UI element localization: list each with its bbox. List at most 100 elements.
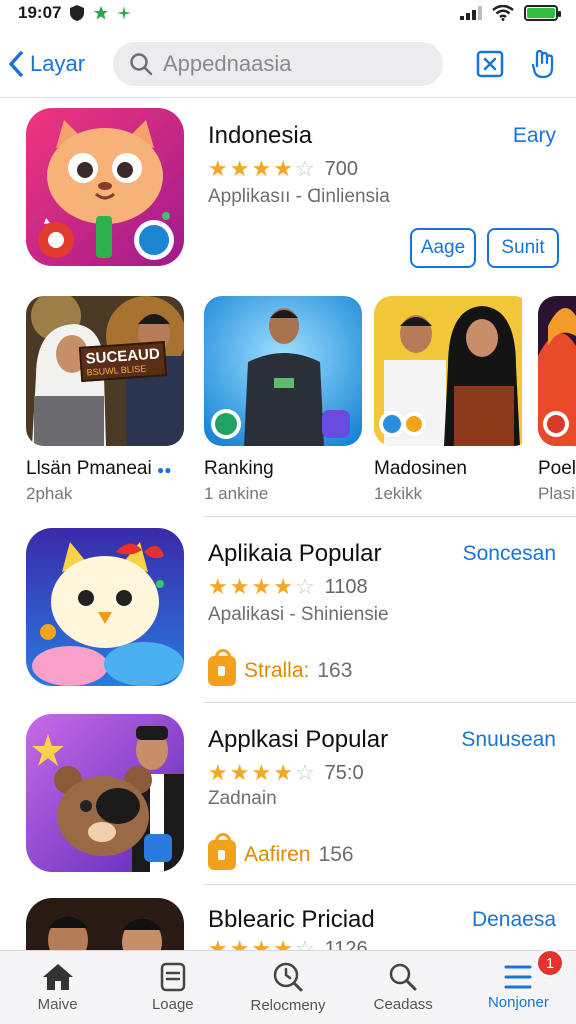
tab-label: Nonjoner — [487, 994, 549, 1011]
card-title: Madosinen — [374, 458, 467, 479]
star-icon: ★ — [251, 574, 272, 599]
app-icon-cat[interactable] — [26, 108, 184, 266]
back-button[interactable]: Layar — [8, 50, 113, 78]
card-subtitle: 1 ankine — [204, 484, 269, 503]
tab-label: Relocmeny — [250, 997, 326, 1014]
app-subtitle: Applikasıı - Ɑinliensia — [208, 186, 390, 207]
app-list-item[interactable]: Bblearic Priciad Denaesa ★ ★ ★ ★ ☆ 1126 — [0, 898, 576, 950]
meta-label: Aafiren — [244, 843, 311, 866]
app-subtitle: Apalikasi - Shiniensie — [208, 604, 389, 625]
tab-bar: Maive Loage Relocmeny Ceadass Nonjoner 1 — [0, 949, 576, 1024]
star-icon: ★ — [251, 156, 272, 181]
menu-icon — [504, 965, 532, 989]
star-icon: ★ — [208, 156, 228, 181]
app-name[interactable]: Indonesia — [208, 122, 312, 150]
star-icon: ★ — [251, 760, 272, 785]
shield-icon — [70, 5, 85, 21]
carousel-card[interactable]: Poel Plasi — [538, 296, 576, 504]
app-action-link[interactable]: Snuusean — [461, 728, 556, 752]
app-action-link[interactable]: Denaesa — [472, 908, 556, 932]
app-list-item[interactable]: Applkasi Popular Snuusean ★ ★ ★ ★ ☆ 75:0… — [0, 714, 576, 874]
carousel-card[interactable]: Ranking 1 ankine — [204, 296, 362, 504]
carousel-card[interactable]: Madosinen 1ekikk — [374, 296, 532, 504]
rating: ★ ★ ★ ★ ☆ 1108 — [208, 574, 368, 600]
tab-loage[interactable]: Loage — [115, 951, 230, 1024]
navigation-bar: Layar Appednaasia — [0, 30, 576, 98]
app-list-item[interactable]: Aplikaia Popular Soncesan ★ ★ ★ ★ ☆ 1108… — [0, 528, 576, 688]
star-empty-icon: ☆ — [294, 936, 315, 950]
featured-carousel[interactable]: SUCEAUD BSUWL BLISE Llsän Pmaneai ●● 2ph… — [0, 296, 576, 506]
search-icon — [389, 963, 417, 991]
divider — [204, 884, 576, 885]
tab-label: Ceadass — [373, 996, 433, 1013]
meta-value: 163 — [317, 659, 353, 682]
wifi-icon — [492, 5, 514, 21]
tab-maive[interactable]: Maive — [0, 951, 115, 1024]
star-empty-icon: ☆ — [294, 574, 315, 599]
rating-count: 1108 — [324, 575, 368, 598]
star-icon: ★ — [273, 936, 293, 950]
app-action-link[interactable]: Soncesan — [463, 542, 556, 566]
app-meta: Stralla: 163 — [208, 649, 353, 686]
tab-relocmeny[interactable]: Relocmeny — [230, 951, 345, 1024]
star-icon: ★ — [208, 574, 228, 599]
divider — [204, 516, 576, 517]
app-list-item[interactable]: Indonesia Eary ★ ★ ★ ★ ☆ 700 Applikasıı … — [0, 108, 576, 278]
status-bar: 19:07 — [0, 0, 576, 26]
app-meta: Aafiren 156 — [208, 833, 354, 870]
lock-icon — [208, 649, 236, 686]
status-time: 19:07 — [18, 3, 62, 22]
card-image[interactable]: SUCEAUD BSUWL BLISE — [26, 296, 184, 446]
star-icon: ★ — [208, 760, 228, 785]
card-image[interactable] — [204, 296, 362, 446]
rating-count: 1126 — [324, 937, 368, 951]
divider — [204, 702, 576, 703]
document-icon — [160, 962, 186, 992]
aage-button[interactable]: Aage — [410, 228, 476, 268]
meta-label: Stralla: — [244, 659, 310, 682]
star-icon: ★ — [273, 156, 293, 181]
star-icon: ★ — [229, 760, 250, 785]
app-action-link[interactable]: Eary — [513, 124, 556, 148]
meta-value: 156 — [318, 843, 354, 866]
app-name[interactable]: Applkasi Popular — [208, 726, 388, 754]
app-name[interactable]: Bblearic Priciad — [208, 906, 375, 934]
chevron-left-icon — [9, 50, 23, 77]
app-name[interactable]: Aplikaia Popular — [208, 540, 381, 568]
carousel-card[interactable]: SUCEAUD BSUWL BLISE Llsän Pmaneai ●● 2ph… — [26, 296, 184, 504]
star-icon: ★ — [229, 156, 250, 181]
tab-nonjoner[interactable]: Nonjoner 1 — [461, 949, 576, 1024]
dots-indicator: ●● — [156, 463, 172, 477]
rating-count: 75:0 — [324, 761, 364, 784]
app-subtitle: Zadnain — [208, 788, 277, 809]
card-title: Ranking — [204, 458, 274, 479]
card-image[interactable] — [374, 296, 532, 446]
star-empty-icon: ☆ — [294, 760, 315, 785]
tab-ceadass[interactable]: Ceadass — [346, 951, 461, 1024]
hand-icon[interactable] — [530, 48, 556, 80]
card-title: Poel — [538, 458, 576, 479]
star-empty-icon: ☆ — [294, 156, 315, 181]
rating-count: 700 — [324, 157, 359, 180]
star-icon: ★ — [273, 760, 293, 785]
search-icon — [130, 52, 153, 75]
star-icon: ★ — [251, 936, 272, 950]
star-icon: ★ — [208, 936, 228, 950]
search-clock-icon — [273, 962, 303, 992]
star-icon: ★ — [229, 574, 250, 599]
card-title: Llsän Pmaneai ●● — [26, 458, 172, 479]
app-icon-kitten[interactable] — [26, 528, 184, 686]
sunit-button[interactable]: Sunit — [487, 228, 559, 268]
card-subtitle: 1ekikk — [374, 484, 423, 503]
search-input[interactable]: Appednaasia — [113, 41, 443, 86]
notification-badge: 1 — [536, 949, 565, 977]
app-icon-people[interactable] — [26, 898, 184, 950]
signal-icon — [460, 6, 482, 20]
battery-icon — [524, 5, 561, 21]
app-icon-bear[interactable] — [26, 714, 184, 872]
close-square-icon[interactable] — [476, 50, 504, 78]
star-icon: ★ — [273, 574, 293, 599]
back-label: Layar — [30, 50, 86, 76]
card-image[interactable] — [538, 296, 576, 446]
rating: ★ ★ ★ ★ ☆ 1126 — [208, 936, 368, 950]
